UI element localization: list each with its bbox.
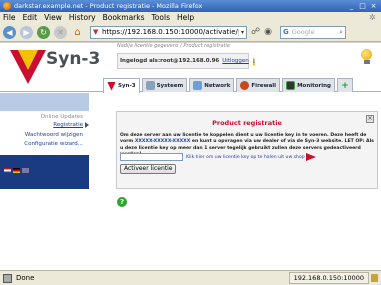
status-text: Done (16, 274, 35, 282)
tab-label: Systeem (156, 82, 184, 89)
breadcrumb: Nadija licentie gegevens / Product regis… (117, 43, 230, 49)
panel-title: Product registratie (212, 119, 282, 127)
logo-v-inner (18, 50, 38, 70)
address-bar[interactable]: ▼ https://192.168.0.150:10000/activatie/… (90, 25, 247, 39)
tab-network[interactable]: Network (189, 78, 235, 92)
address-dropdown-icon[interactable]: ▾ (238, 28, 246, 36)
navigation-toolbar: ◀ ▶ ↻ ✕ ⌂ ▼ https://192.168.0.150:10000/… (0, 23, 381, 42)
menu-bar: File Edit View History Bookmarks Tools H… (0, 12, 381, 23)
logged-in-user: Ingelogd als:root@192.168.0.96 (120, 58, 220, 64)
sidebar-item-wizard[interactable]: Configuratie wizard... (24, 141, 83, 147)
search-icon[interactable]: ⌕ (339, 28, 343, 37)
help-icon[interactable]: ? (117, 197, 127, 207)
registration-panel: × Product registratie Om deze server aan… (116, 111, 378, 189)
license-key-input[interactable] (120, 153, 183, 161)
status-host: 192.168.0.150:10000 (288, 272, 369, 284)
sidebar-section-title: Online Updates (40, 114, 83, 120)
sidebar-item-wachtwoord[interactable]: Wachtwoord wijzigen (25, 132, 83, 138)
menu-tools[interactable]: Tools (152, 13, 170, 22)
search-engine-icon[interactable]: G (283, 28, 289, 36)
ssl-lock-icon[interactable] (371, 274, 378, 282)
status-bar: Done 192.168.0.150:10000 (0, 270, 381, 285)
shop-license-link[interactable]: Klik hier om uw licentie key op te halen… (186, 155, 305, 160)
tab-syn3[interactable]: Syn-3 (103, 78, 140, 93)
search-input[interactable]: Google (292, 28, 339, 36)
status-page-icon (3, 273, 12, 283)
menu-view[interactable]: View (44, 13, 62, 22)
activate-license-button[interactable]: Activeer licentie (120, 164, 177, 174)
menu-bookmarks[interactable]: Bookmarks (103, 13, 145, 22)
key-format-text: XXXXX-XXXXX-XXXXX (134, 139, 191, 145)
tab-label: Firewall (251, 82, 277, 89)
active-item-arrow-icon (85, 122, 89, 128)
syn3-icon (107, 81, 116, 91)
home-button[interactable]: ⌂ (71, 26, 84, 39)
lightbulb-glass (361, 49, 372, 60)
user-panel: Nadija licentie gegevens / Product regis… (117, 43, 256, 69)
feed-icon[interactable]: ☍ (251, 27, 260, 37)
tab-firewall[interactable]: Firewall (236, 78, 281, 92)
tab-systeem[interactable]: Systeem (141, 78, 188, 92)
sidebar-header-band (0, 93, 89, 111)
license-key-row: Klik hier om uw licentie key op te halen… (120, 153, 316, 161)
address-url[interactable]: https://192.168.0.150:10000/activatie/re… (102, 28, 238, 36)
maximize-button[interactable]: □ (358, 2, 367, 10)
tab-monitoring[interactable]: Monitoring (282, 78, 335, 92)
monitoring-icon (286, 81, 296, 90)
login-status: Ingelogd als:root@192.168.0.96 Uitloggen… (117, 53, 256, 69)
menu-file[interactable]: File (3, 13, 16, 22)
main-tabs: Syn-3 Systeem Network Firewall Monitorin… (103, 78, 355, 93)
search-box[interactable]: G Google ⌕ (279, 25, 346, 39)
warning-icon[interactable]: ! (252, 56, 256, 66)
flag-nl-icon[interactable] (4, 168, 11, 173)
pointer-arrow-icon (305, 153, 316, 161)
menu-help[interactable]: Help (177, 13, 194, 22)
menu-edit[interactable]: Edit (23, 13, 38, 22)
flag-de-icon[interactable] (13, 168, 20, 173)
minimize-button[interactable]: _ (347, 2, 356, 10)
main-content: × Product registratie Om deze server aan… (113, 107, 378, 257)
network-icon (193, 81, 203, 90)
system-icon (145, 81, 155, 90)
throbber-icon: ✲ (369, 12, 376, 22)
close-panel-button[interactable]: × (366, 115, 374, 123)
sidebar: Online Updates Registratie Wachtwoord wi… (0, 92, 89, 270)
language-flags (4, 168, 31, 173)
firewall-icon (240, 81, 250, 90)
tab-label: Syn-3 (118, 83, 136, 89)
close-window-button[interactable]: × (369, 2, 378, 10)
tab-add[interactable]: + (337, 78, 353, 92)
stop-button[interactable]: ✕ (54, 25, 67, 39)
brand-name: Syn-3 (46, 49, 101, 69)
reload-button[interactable]: ↻ (37, 25, 50, 39)
window-titlebar: darkstar.example.net - Product registrat… (0, 0, 381, 12)
logout-link[interactable]: Uitloggen (222, 58, 248, 64)
back-button[interactable]: ◀ (3, 25, 16, 39)
flag-en-icon[interactable] (22, 168, 29, 173)
forward-button[interactable]: ▶ (20, 25, 33, 39)
lightbulb-icon[interactable] (361, 49, 372, 65)
identity-icon[interactable]: ◉ (264, 27, 272, 37)
menu-history[interactable]: History (69, 13, 96, 22)
web-page: Syn-3 Nadija licentie gegevens / Product… (0, 43, 381, 270)
window-title: darkstar.example.net - Product registrat… (14, 2, 203, 10)
lightbulb-base (363, 60, 370, 64)
tab-label: Network (204, 82, 231, 89)
add-tab-icon: + (341, 80, 349, 91)
firefox-icon (3, 2, 11, 10)
tab-label: Monitoring (297, 82, 331, 89)
site-favicon-icon: ▼ (93, 27, 99, 36)
sidebar-item-registratie[interactable]: Registratie (53, 122, 83, 128)
